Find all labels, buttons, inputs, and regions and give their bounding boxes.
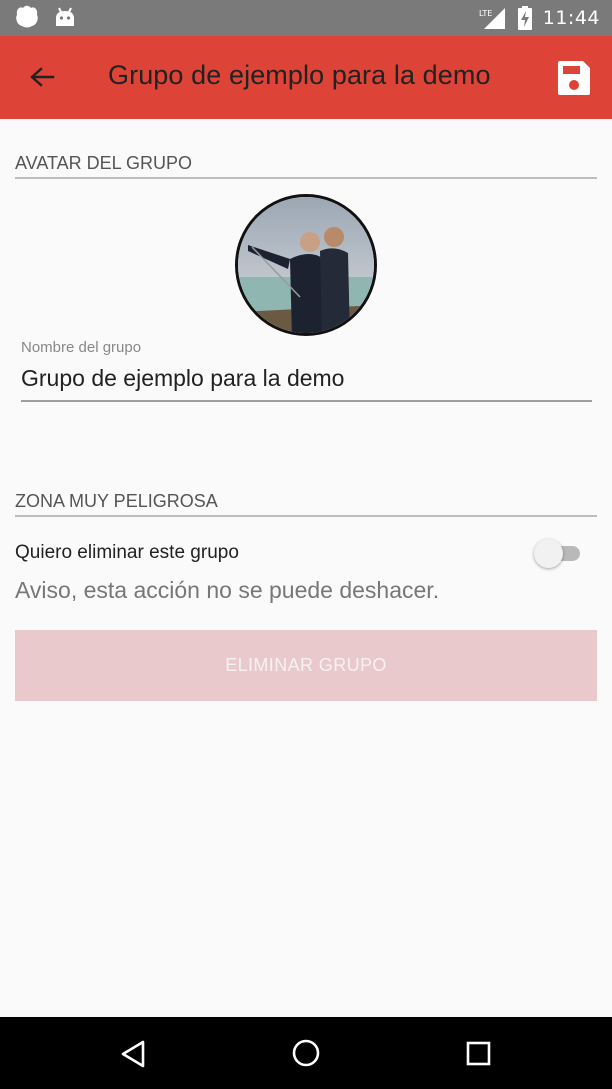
- svg-text:LTE: LTE: [479, 9, 492, 18]
- save-icon: [558, 61, 590, 95]
- switch-thumb: [534, 539, 563, 568]
- avatar-section-header: AVATAR DEL GRUPO: [15, 153, 597, 179]
- page-title: Grupo de ejemplo para la demo: [108, 60, 491, 90]
- back-button[interactable]: [22, 58, 62, 98]
- status-time: 11:44: [542, 7, 600, 29]
- system-nav-bar: [0, 1017, 612, 1089]
- delete-group-switch[interactable]: [532, 537, 582, 569]
- nav-back-button[interactable]: [114, 1033, 154, 1073]
- group-avatar[interactable]: [235, 194, 377, 336]
- delete-toggle-label: Quiero eliminar este grupo: [15, 542, 239, 563]
- notification-icon: [16, 5, 38, 28]
- app-bar: Grupo de ejemplo para la demo: [0, 36, 612, 119]
- nav-home-button[interactable]: [286, 1033, 326, 1073]
- delete-warning-text: Aviso, esta acción no se puede deshacer.: [15, 577, 440, 603]
- arrow-back-icon: [30, 67, 55, 87]
- battery-charging-icon: [517, 6, 532, 30]
- nav-recents-button[interactable]: [458, 1033, 498, 1073]
- save-button[interactable]: [554, 58, 594, 98]
- delete-group-button[interactable]: ELIMINAR GRUPO: [15, 630, 597, 701]
- android-icon: [56, 7, 74, 26]
- group-name-label: Nombre del grupo: [21, 339, 142, 356]
- nav-home-icon: [292, 1039, 320, 1067]
- signal-icon: LTE: [479, 8, 505, 29]
- danger-zone-header: ZONA MUY PELIGROSA: [15, 491, 597, 517]
- nav-back-icon: [121, 1040, 145, 1068]
- status-bar: LTE 11:44: [0, 0, 612, 36]
- nav-recents-icon: [466, 1041, 491, 1066]
- group-name-input[interactable]: [21, 362, 592, 402]
- group-photo: [238, 197, 374, 333]
